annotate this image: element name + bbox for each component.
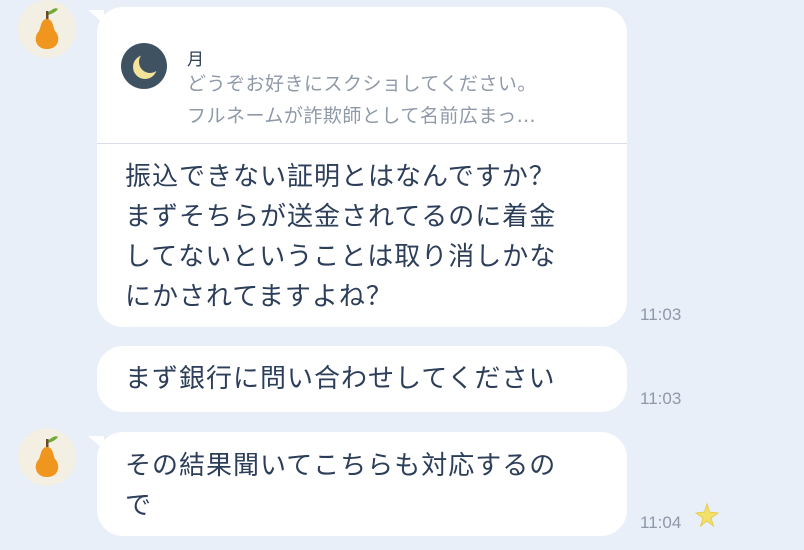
message-bubble[interactable]: その結果聞いてこちらも対応するの で — [97, 432, 627, 536]
message-time: 11:04 — [640, 513, 682, 532]
quoted-text-line2: フルネームが詐欺師として名前広まっ… — [187, 105, 537, 127]
message-time: 11:03 — [640, 305, 682, 324]
sparkle-star-icon[interactable] — [694, 502, 720, 528]
quoted-reply[interactable]: 月 どうぞお好きにスクショしてください。 フルネームが詐欺師として名前広まっ… — [97, 7, 627, 144]
message-bubble[interactable]: まず銀行に問い合わせしてください — [97, 346, 627, 412]
pear-icon — [35, 8, 59, 49]
moon-icon — [121, 43, 167, 89]
quoted-text-line1: どうぞお好きにスクショしてください。 — [187, 73, 537, 95]
quoted-sender-name: 月 — [187, 50, 204, 70]
message-text: 振込できない証明とはなんですか？ まずそちらが送金されてるのに着金 してないとい… — [125, 162, 557, 312]
contact-avatar[interactable] — [18, 428, 76, 486]
message-time: 11:03 — [640, 389, 682, 408]
message-text: その結果聞いてこちらも対応するの で — [125, 451, 557, 521]
message-bubble-quoted[interactable]: 月 どうぞお好きにスクショしてください。 フルネームが詐欺師として名前広まっ… … — [97, 7, 627, 327]
contact-avatar[interactable] — [18, 0, 76, 58]
pear-icon — [35, 436, 59, 477]
message-text: まず銀行に問い合わせしてください — [125, 364, 556, 394]
